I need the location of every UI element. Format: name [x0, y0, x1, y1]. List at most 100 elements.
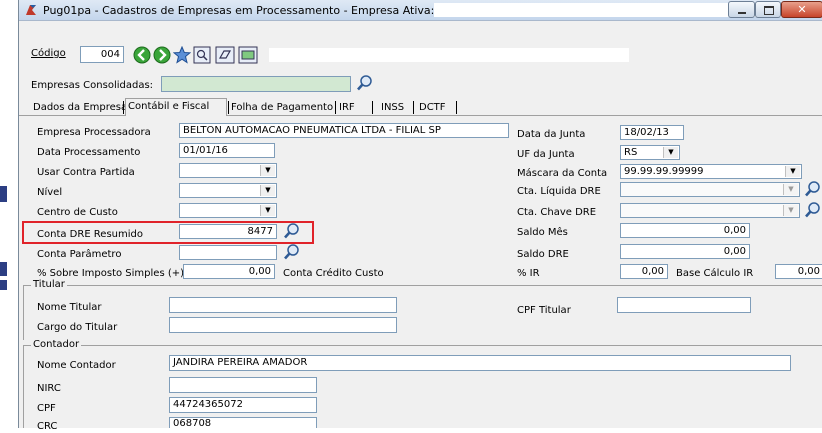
- erase-button[interactable]: [215, 46, 235, 64]
- cta-liquida-dre-label: Cta. Líquida DRE: [517, 186, 601, 197]
- uf-junta-select[interactable]: RS ▼: [620, 145, 680, 160]
- search-record-button[interactable]: [193, 46, 211, 64]
- codigo-label: Código: [31, 48, 66, 59]
- tab-contabil-fiscal[interactable]: Contábil e Fiscal: [128, 99, 209, 114]
- cta-chave-dre-select[interactable]: ▼: [620, 203, 800, 218]
- centro-custo-label: Centro de Custo: [37, 207, 118, 218]
- usar-contra-partida-select[interactable]: ▼: [179, 163, 277, 178]
- cpf-contador-label: CPF: [37, 403, 56, 414]
- consolidadas-label: Empresas Consolidadas:: [31, 80, 154, 91]
- maximize-button[interactable]: [755, 1, 781, 18]
- empresa-processadora-label: Empresa Processadora: [37, 127, 151, 138]
- cta-liquida-dre-select[interactable]: ▼: [620, 182, 800, 197]
- cpf-contador-input[interactable]: 44724365072: [169, 397, 317, 413]
- contador-group-label: Contador: [31, 339, 82, 351]
- data-processamento-input[interactable]: 01/01/16: [179, 143, 275, 158]
- usar-contra-partida-label: Usar Contra Partida: [37, 167, 135, 178]
- chevron-down-icon[interactable]: ▼: [260, 165, 275, 176]
- consolidadas-input[interactable]: [161, 76, 351, 92]
- ir-input[interactable]: 0,00: [620, 264, 668, 279]
- chevron-down-icon[interactable]: ▼: [783, 205, 798, 216]
- base-calculo-ir-label: Base Cálculo IR: [676, 268, 754, 279]
- close-icon: ✕: [797, 3, 807, 16]
- data-junta-label: Data da Junta: [517, 129, 586, 140]
- conta-credito-custo-label: Conta Crédito Custo: [283, 268, 384, 279]
- cta-liquida-dre-search-icon[interactable]: [804, 180, 822, 198]
- data-processamento-label: Data Processamento: [37, 147, 141, 158]
- tab-folha-pagamento[interactable]: Folha de Pagamento: [231, 100, 333, 115]
- contador-group-left-border: [23, 345, 24, 428]
- crc-input[interactable]: 068708: [169, 417, 317, 428]
- ir-label: % IR: [517, 268, 540, 279]
- side-marker: [0, 186, 7, 202]
- titular-group-border: [23, 285, 822, 286]
- crc-label: CRC: [37, 421, 58, 432]
- uf-junta-label: UF da Junta: [517, 149, 575, 160]
- tab-dados-empresa[interactable]: Dados da Empresa: [33, 100, 127, 115]
- app-logo-icon: [26, 5, 36, 15]
- tab-inss[interactable]: INSS: [381, 100, 404, 115]
- side-marker: [0, 280, 7, 290]
- nome-titular-input[interactable]: [169, 297, 397, 313]
- sobre-imposto-input[interactable]: 0,00: [183, 264, 275, 279]
- nome-contador-label: Nome Contador: [37, 360, 116, 371]
- minimize-button[interactable]: [728, 1, 755, 18]
- tab-irf[interactable]: IRF: [339, 100, 355, 115]
- cargo-titular-input[interactable]: [169, 317, 397, 333]
- empresa-processadora-input[interactable]: BELTON AUTOMACAO PNEUMATICA LTDA - FILIA…: [179, 123, 509, 138]
- close-button[interactable]: ✕: [781, 1, 822, 18]
- nivel-label: Nível: [37, 187, 63, 198]
- app-window: Pug01pa - Cadastros de Empresas em Proce…: [18, 0, 822, 432]
- nivel-select[interactable]: ▼: [179, 183, 277, 198]
- consolidadas-search-icon[interactable]: [356, 74, 374, 92]
- cpf-titular-input[interactable]: [617, 297, 751, 313]
- codigo-description-field[interactable]: [269, 48, 629, 62]
- chevron-down-icon[interactable]: ▼: [663, 147, 678, 158]
- highlight-box: [22, 221, 314, 244]
- chevron-down-icon[interactable]: ▼: [260, 205, 275, 216]
- mascara-conta-label: Máscara da Conta: [517, 168, 608, 179]
- tab-dctf[interactable]: DCTF: [419, 100, 446, 115]
- saldo-mes-label: Saldo Mês: [517, 227, 568, 238]
- cta-chave-dre-label: Cta. Chave DRE: [517, 207, 597, 218]
- conta-parametro-input[interactable]: [179, 245, 277, 260]
- cta-chave-dre-search-icon[interactable]: [804, 201, 822, 219]
- centro-custo-select[interactable]: ▼: [179, 203, 277, 218]
- nirc-input[interactable]: [169, 377, 317, 393]
- conta-parametro-search-icon[interactable]: [283, 243, 301, 261]
- cargo-titular-label: Cargo do Titular: [37, 322, 118, 333]
- favorite-star-button[interactable]: [173, 46, 191, 64]
- tab-separator: [335, 101, 336, 114]
- codigo-input[interactable]: 004: [80, 46, 124, 63]
- tab-separator: [123, 101, 124, 114]
- nome-contador-input[interactable]: JANDIRA PEREIRA AMADOR: [169, 355, 791, 371]
- title-bar: Pug01pa - Cadastros de Empresas em Proce…: [19, 0, 822, 21]
- tab-separator: [413, 101, 414, 114]
- conta-parametro-label: Conta Parâmetro: [37, 249, 122, 260]
- tab-separator: [456, 101, 457, 114]
- nome-titular-label: Nome Titular: [37, 302, 102, 313]
- cpf-titular-label: CPF Titular: [517, 305, 571, 316]
- chevron-down-icon[interactable]: ▼: [260, 185, 275, 196]
- previous-record-button[interactable]: [133, 46, 151, 64]
- mascara-conta-select[interactable]: 99.99.99.99999 ▼: [620, 164, 802, 179]
- data-junta-input[interactable]: 18/02/13: [620, 125, 684, 140]
- side-marker: [0, 262, 7, 276]
- tab-separator: [372, 101, 373, 114]
- maximize-icon: [764, 6, 774, 15]
- uf-junta-value: RS: [624, 147, 638, 158]
- saldo-mes-input[interactable]: 0,00: [620, 223, 750, 238]
- chevron-down-icon[interactable]: ▼: [783, 184, 798, 195]
- next-record-button[interactable]: [153, 46, 171, 64]
- titular-group-left-border: [23, 285, 24, 340]
- saldo-dre-input[interactable]: 0,00: [620, 244, 750, 259]
- base-calculo-ir-input[interactable]: 0,00: [775, 264, 822, 279]
- display-button[interactable]: [238, 46, 258, 64]
- titular-group-label: Titular: [31, 279, 67, 291]
- saldo-dre-label: Saldo DRE: [517, 249, 569, 260]
- chevron-down-icon[interactable]: ▼: [785, 166, 800, 177]
- tab-separator: [228, 101, 229, 114]
- nirc-label: NIRC: [37, 383, 61, 394]
- mascara-conta-value: 99.99.99.99999: [624, 166, 704, 177]
- window-title: Pug01pa - Cadastros de Empresas em Proce…: [43, 4, 435, 17]
